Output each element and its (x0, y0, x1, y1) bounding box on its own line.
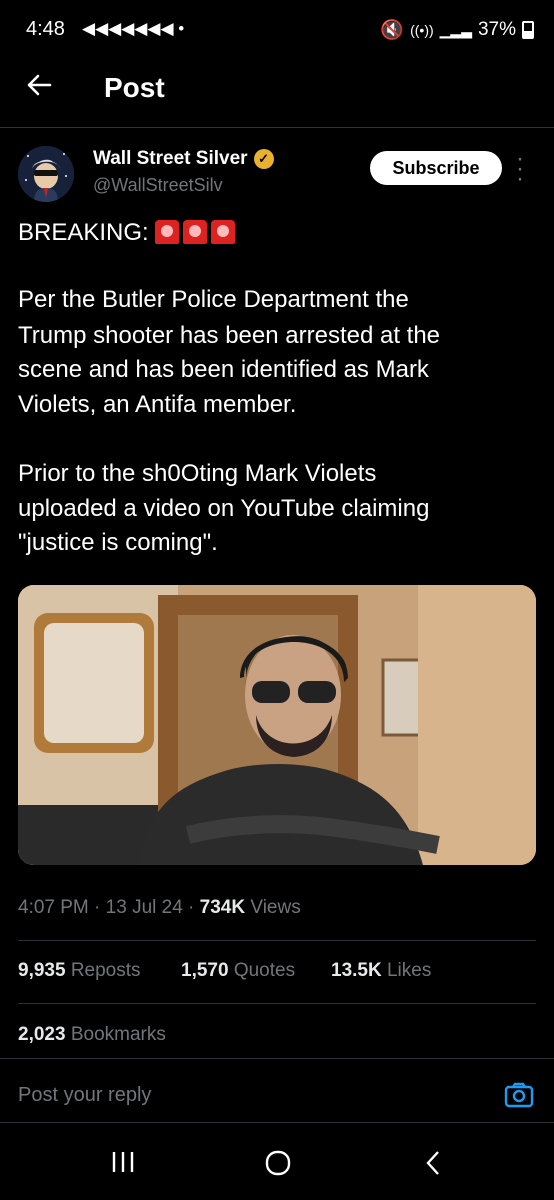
header-divider (0, 127, 554, 128)
post-text-line: scene and has been identified as Mark (18, 356, 429, 383)
verified-badge-icon[interactable]: ✓ (253, 149, 274, 169)
siren-icon (155, 220, 180, 244)
post-text-line: uploaded a video on YouTube claiming (18, 495, 430, 522)
mute-icon: 🔇 (380, 20, 405, 41)
recent-apps-icon[interactable] (110, 1150, 136, 1181)
likes-stat[interactable]: 13.5K Likes (331, 960, 431, 982)
meta-divider (18, 940, 536, 941)
post-text-line: "justice is coming". (18, 529, 218, 556)
views-label: Views (250, 897, 301, 918)
likes-label[interactable]: Likes (387, 960, 431, 981)
post-text-line: Prior to the sh0Oting Mark Violets (18, 460, 377, 487)
breaking-label: BREAKING: (18, 219, 149, 246)
stats-divider (18, 1003, 536, 1004)
quotes-count[interactable]: 1,570 (181, 960, 229, 981)
more-options-icon[interactable]: · · · (516, 147, 524, 191)
back-arrow-icon[interactable] (24, 70, 54, 107)
post-image[interactable] (18, 585, 536, 865)
reposts-stat[interactable]: 9,935 Reposts (18, 960, 141, 982)
reply-input[interactable]: Post your reply (18, 1084, 151, 1107)
nav-divider (0, 1122, 554, 1123)
bookmarks-label[interactable]: Bookmarks (71, 1024, 166, 1045)
bookmarks-count[interactable]: 2,023 (18, 1024, 66, 1045)
avatar[interactable] (18, 146, 74, 202)
home-icon[interactable] (265, 1150, 291, 1183)
camera-icon[interactable] (504, 1080, 534, 1110)
post-text-line: BREAKING: (18, 215, 239, 251)
post-date: 13 Jul 24 (105, 897, 183, 918)
author-name[interactable]: Wall Street Silver ✓ (93, 148, 274, 170)
siren-icon (211, 220, 236, 244)
back-nav-icon[interactable] (424, 1150, 442, 1183)
author-name-text[interactable]: Wall Street Silver (93, 148, 248, 170)
siren-icon (183, 220, 208, 244)
reposts-label[interactable]: Reposts (71, 960, 141, 981)
post-text-line: Violets, an Antifa member. (18, 391, 297, 418)
status-time: 4:48 (26, 18, 65, 40)
bookmarks-stat[interactable]: 2,023 Bookmarks (18, 1024, 166, 1046)
author-handle[interactable]: @WallStreetSilv (93, 175, 223, 196)
notification-icons: ◀◀◀◀◀◀◀ • (82, 19, 185, 38)
battery-icon (522, 21, 534, 39)
signal-icon: ▁▂▃ (439, 21, 472, 38)
quotes-stat[interactable]: 1,570 Quotes (181, 960, 295, 982)
reply-divider (0, 1058, 554, 1059)
wifi-icon: ((•)) (410, 22, 434, 38)
likes-count[interactable]: 13.5K (331, 960, 382, 981)
views-count: 734K (199, 897, 246, 918)
quotes-label[interactable]: Quotes (234, 960, 295, 981)
battery-percent: 37% (477, 19, 516, 40)
status-right: 🔇 ((•)) ▁▂▃ 37% (380, 18, 534, 42)
post-text-line: Trump shooter has been arrested at the (18, 322, 441, 349)
post-time: 4:07 PM (18, 897, 89, 918)
page-title: Post (104, 72, 165, 103)
reposts-count[interactable]: 9,935 (18, 960, 66, 981)
post-meta: 4:07 PM · 13 Jul 24 · 734K Views (18, 897, 301, 918)
post-text-line: Per the Butler Police Department the (18, 286, 409, 313)
subscribe-button[interactable]: Subscribe (370, 151, 502, 185)
